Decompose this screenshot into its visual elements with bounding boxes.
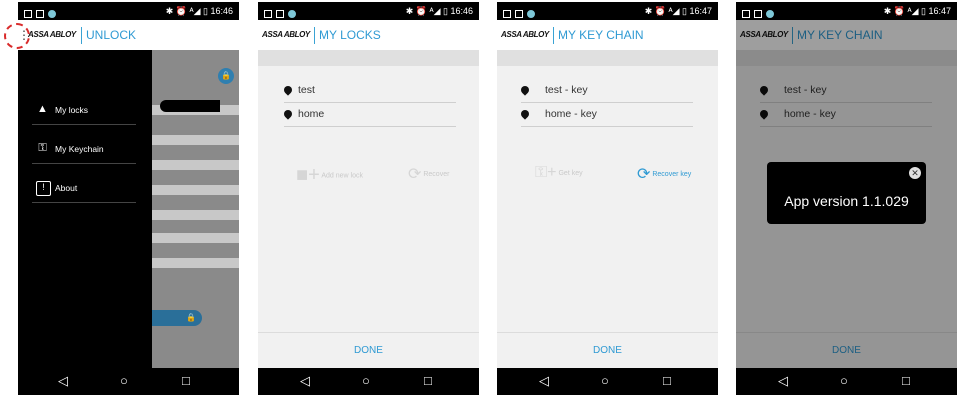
add-lock-icon: ■+ — [296, 164, 320, 186]
dimmed-background: 🔒 🔒 — [152, 50, 239, 368]
brand-logo: ASSA ABLOY — [28, 30, 76, 39]
status-bar: ✱ ⏰ ᴬ◢ ▯ 16:46 — [18, 2, 239, 20]
system-nav-bar: ◁ ○ □ — [736, 368, 957, 395]
done-button[interactable]: DONE — [258, 332, 479, 369]
system-nav-bar: ◁ ○ □ — [497, 368, 718, 395]
recents-icon[interactable]: □ — [182, 373, 190, 388]
recover-key-button[interactable]: ⟳ Recover key — [637, 164, 691, 188]
back-icon[interactable]: ◁ — [778, 373, 788, 389]
brand-logo: ASSA ABLOY — [501, 30, 549, 39]
system-nav-bar: ◁ ○ □ — [18, 368, 239, 395]
back-icon[interactable]: ◁ — [58, 373, 68, 389]
phone-screen-my-locks: ✱ ⏰ ᴬ◢ ▯ 16:46 ASSA ABLOY MY LOCKS test … — [258, 2, 479, 395]
home-icon[interactable]: ○ — [601, 373, 609, 388]
status-bar: ✱ ⏰ ᴬ◢ ▯ 16:46 — [258, 2, 479, 20]
recover-icon: ⟳ — [637, 166, 651, 183]
content-area: test - key home - key ⚿+ Get key ⟳ Recov… — [497, 66, 718, 332]
phone-screen-about-dialog: ✱ ⏰ ᴬ◢ ▯ 16:47 ASSA ABLOY MY KEY CHAIN t… — [736, 2, 957, 395]
back-icon[interactable]: ◁ — [539, 373, 549, 389]
list-item[interactable]: test — [282, 80, 456, 103]
app-header: ASSA ABLOY MY KEY CHAIN — [497, 20, 718, 50]
recover-button[interactable]: ⟳ Recover — [408, 164, 449, 188]
home-icon[interactable]: ○ — [120, 373, 128, 388]
lock-icon: ▲ — [37, 103, 48, 115]
unlock-button[interactable]: 🔒 — [152, 310, 202, 326]
status-bar: ✱ ⏰ ᴬ◢ ▯ 16:47 — [497, 2, 718, 20]
system-nav-bar: ◁ ○ □ — [258, 368, 479, 395]
app-version-text: App version 1.1.029 — [784, 193, 909, 209]
page-title: MY LOCKS — [319, 28, 381, 42]
recents-icon[interactable]: □ — [902, 373, 910, 388]
about-dialog: ✕ App version 1.1.029 — [767, 162, 926, 224]
page-title: MY KEY CHAIN — [558, 28, 644, 42]
recover-icon: ⟳ — [408, 166, 422, 183]
info-icon: ! — [36, 181, 51, 196]
recents-icon[interactable]: □ — [663, 373, 671, 388]
status-time: 16:47 — [689, 6, 712, 16]
location-pin-icon — [519, 84, 531, 96]
status-time: 16:47 — [928, 6, 951, 16]
close-icon[interactable]: ✕ — [909, 167, 921, 179]
location-pin-icon — [282, 108, 294, 120]
home-icon[interactable]: ○ — [840, 373, 848, 388]
location-pin-icon — [519, 108, 531, 120]
brand-logo: ASSA ABLOY — [262, 30, 310, 39]
content-area: test home ■+ Add new lock ⟳ Recover — [258, 66, 479, 332]
done-button[interactable]: DONE — [497, 332, 718, 369]
app-header: ASSA ABLOY MY LOCKS — [258, 20, 479, 50]
home-icon[interactable]: ○ — [362, 373, 370, 388]
drawer-item-my-keychain[interactable]: ⚿ My Keychain — [32, 137, 136, 164]
list-item[interactable]: home — [282, 104, 456, 127]
app-header: ⋮ ASSA ABLOY UNLOCK — [18, 20, 239, 50]
get-key-button[interactable]: ⚿+ Get key — [535, 164, 583, 188]
drawer-item-my-locks[interactable]: ▲ My locks — [32, 98, 136, 125]
list-item[interactable]: home - key — [519, 104, 693, 127]
key-add-icon: ⚿+ — [535, 164, 557, 181]
list-item[interactable]: test - key — [519, 80, 693, 103]
key-icon: ⚿ — [38, 142, 47, 154]
recents-icon[interactable]: □ — [424, 373, 432, 388]
back-icon[interactable]: ◁ — [300, 373, 310, 389]
location-pin-icon — [282, 84, 294, 96]
navigation-drawer: ▲ My locks ⚿ My Keychain ! About — [18, 50, 152, 368]
add-new-lock-button[interactable]: ■+ Add new lock — [296, 164, 363, 188]
phone-screen-unlock: ✱ ⏰ ᴬ◢ ▯ 16:46 ⋮ ASSA ABLOY UNLOCK 🔒 🔒 ▲… — [18, 2, 239, 395]
lock-badge-icon: 🔒 — [218, 68, 234, 84]
status-icons: ✱ ⏰ ᴬ◢ ▯ — [165, 6, 208, 16]
status-time: 16:46 — [210, 6, 233, 16]
status-bar: ✱ ⏰ ᴬ◢ ▯ 16:47 — [736, 2, 957, 20]
phone-screen-my-key-chain: ✱ ⏰ ᴬ◢ ▯ 16:47 ASSA ABLOY MY KEY CHAIN t… — [497, 2, 718, 395]
status-time: 16:46 — [450, 6, 473, 16]
highlight-circle — [4, 23, 30, 49]
drawer-item-about[interactable]: ! About — [32, 176, 136, 203]
page-title: UNLOCK — [86, 28, 137, 42]
